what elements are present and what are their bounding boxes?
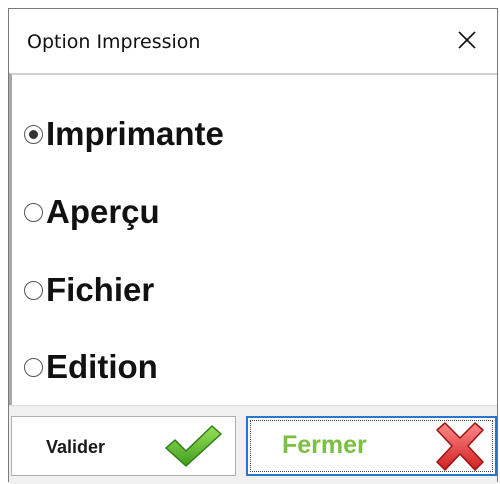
validate-button-label: Valider (46, 437, 106, 457)
radio-label: Edition (46, 348, 158, 385)
radio-button[interactable] (24, 124, 43, 144)
close-dialog-button[interactable]: Fermer (246, 416, 497, 476)
close-dialog-button-label: Fermer (282, 431, 367, 459)
close-icon (458, 31, 476, 49)
green-check-icon (165, 425, 222, 467)
radio-option-apercu[interactable]: Aperçu (24, 188, 160, 236)
button-bar: Valider Fermer (9, 405, 497, 484)
radio-label: Imprimante (46, 115, 224, 152)
radio-button[interactable] (24, 280, 43, 300)
radio-option-imprimante[interactable]: Imprimante (24, 110, 224, 158)
radio-option-edition[interactable]: Edition (24, 343, 158, 391)
radio-option-fichier[interactable]: Fichier (24, 266, 154, 314)
radio-selected-dot (29, 129, 38, 139)
radio-button[interactable] (24, 357, 43, 377)
options-panel: Imprimante Aperçu Fichier Edition (9, 73, 497, 405)
radio-button[interactable] (24, 202, 43, 222)
option-impression-dialog: Option Impression Imprimante Aperçu Fich… (8, 8, 498, 484)
close-button[interactable] (437, 9, 497, 71)
radio-label: Fichier (46, 271, 155, 308)
title-bar: Option Impression (9, 9, 497, 73)
dialog-title: Option Impression (27, 31, 201, 53)
validate-button[interactable]: Valider (11, 416, 236, 476)
red-x-icon (436, 422, 484, 471)
radio-label: Aperçu (46, 193, 160, 230)
